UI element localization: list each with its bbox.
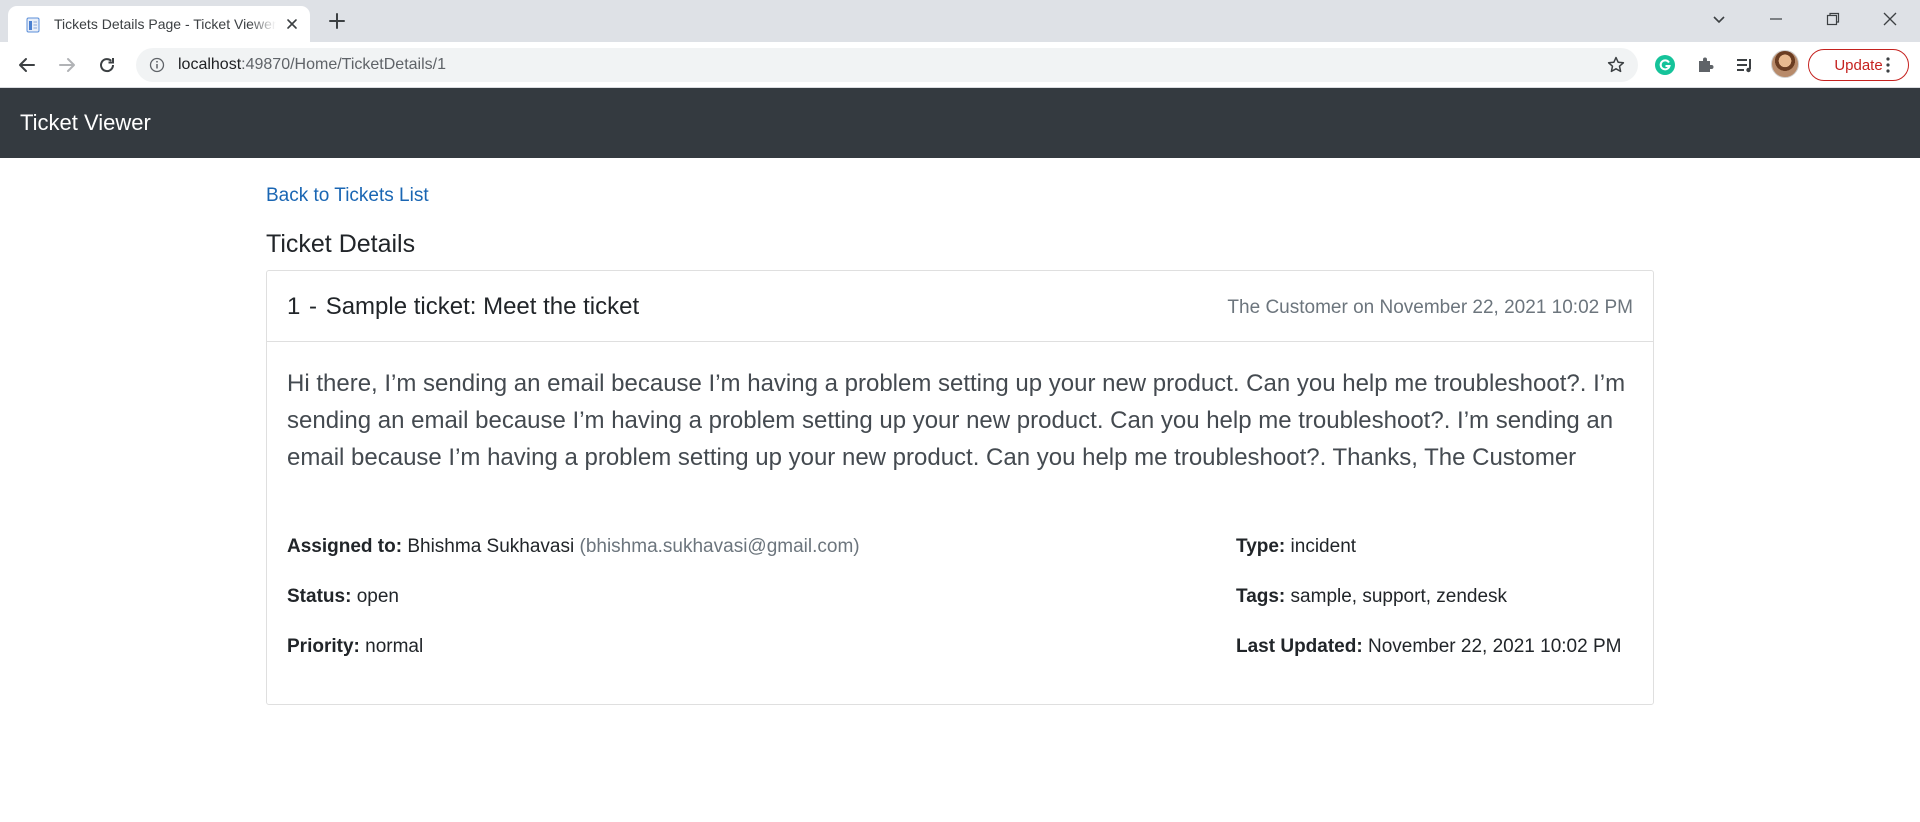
ticket-requester: The Customer xyxy=(1227,297,1348,318)
more-menu-icon[interactable] xyxy=(1886,57,1890,73)
last-updated-value: November 22, 2021 10:02 PM xyxy=(1367,636,1622,657)
page-title: Ticket Details xyxy=(266,230,416,258)
bookmark-star-icon[interactable] xyxy=(1606,55,1626,75)
priority-value: normal xyxy=(365,636,424,657)
browser-toolbar: localhost:49870/Home/TicketDetails/1 Upd… xyxy=(0,42,1920,88)
status-label: Status: xyxy=(287,586,352,607)
address-bar[interactable]: localhost:49870/Home/TicketDetails/1 xyxy=(136,48,1638,82)
close-tab-icon[interactable] xyxy=(284,16,300,32)
ticket-meta: The Customer on November 22, 2021 10:02 … xyxy=(1227,297,1633,319)
browser-tab[interactable]: Tickets Details Page - Ticket Viewer xyxy=(8,6,310,42)
info-icon[interactable] xyxy=(149,57,165,73)
url-path: :49870/Home/TicketDetails/1 xyxy=(241,56,446,73)
brand-title[interactable]: Ticket Viewer xyxy=(20,110,151,136)
assigned-field: Assigned to: Bhishma Sukhavasi (bhishma.… xyxy=(287,536,860,558)
forward-arrow-icon[interactable] xyxy=(55,53,79,77)
type-field: Type: incident xyxy=(1236,536,1633,558)
title-separator: - xyxy=(302,293,324,320)
status-field: Status: open xyxy=(287,586,399,608)
tags-value: sample, support, zendesk xyxy=(1290,586,1508,607)
ticket-card: 1 - Sample ticket: Meet the ticket The C… xyxy=(266,270,1654,705)
tab-title: Tickets Details Page - Ticket Viewer xyxy=(54,16,276,32)
restore-icon[interactable] xyxy=(1818,6,1848,32)
app-navbar: Ticket Viewer xyxy=(0,88,1920,158)
ticket-created-at: November 22, 2021 10:02 PM xyxy=(1379,297,1634,318)
update-button[interactable]: Update xyxy=(1808,49,1909,81)
minimize-icon[interactable] xyxy=(1761,6,1791,32)
ticket-title: 1 - Sample ticket: Meet the ticket xyxy=(287,293,639,321)
type-value: incident xyxy=(1290,536,1357,557)
status-value: open xyxy=(356,586,399,607)
tags-field: Tags: sample, support, zendesk xyxy=(1236,586,1507,608)
tags-label: Tags: xyxy=(1236,586,1286,607)
type-label: Type: xyxy=(1236,536,1286,557)
update-label: Update xyxy=(1834,56,1883,74)
profile-avatar[interactable] xyxy=(1771,50,1799,78)
priority-label: Priority: xyxy=(287,636,360,657)
grammarly-icon[interactable] xyxy=(1653,53,1677,77)
back-arrow-icon[interactable] xyxy=(15,53,39,77)
back-to-tickets-link[interactable]: Back to Tickets List xyxy=(266,185,429,207)
close-window-icon[interactable] xyxy=(1875,6,1905,32)
priority-field: Priority: normal xyxy=(287,636,423,658)
assignee-email: (bhishma.sukhavasi@gmail.com) xyxy=(579,536,860,557)
ticket-description: Hi there, I’m sending an email because I… xyxy=(287,370,1626,471)
assignee-name: Bhishma Sukhavasi xyxy=(407,536,575,557)
ticket-subject: Sample ticket: Meet the ticket xyxy=(325,293,640,320)
last-updated-field: Last Updated: November 22, 2021 10:02 PM xyxy=(1236,636,1621,658)
extensions-puzzle-icon[interactable] xyxy=(1693,53,1717,77)
url-text[interactable]: localhost:49870/Home/TicketDetails/1 xyxy=(178,56,446,74)
created-prefix: on xyxy=(1353,297,1375,318)
document-icon xyxy=(25,17,41,33)
tab-search-icon[interactable] xyxy=(1704,6,1734,32)
browser-tabstrip: Tickets Details Page - Ticket Viewer xyxy=(0,0,1920,42)
reload-icon[interactable] xyxy=(95,53,119,77)
ticket-card-header: 1 - Sample ticket: Meet the ticket The C… xyxy=(267,271,1653,342)
new-tab-icon[interactable] xyxy=(326,10,348,32)
url-host: localhost xyxy=(178,56,242,73)
media-queue-icon[interactable] xyxy=(1733,53,1757,77)
assigned-label: Assigned to: xyxy=(287,536,403,557)
ticket-id: 1 xyxy=(287,293,301,320)
last-updated-label: Last Updated: xyxy=(1236,636,1363,657)
